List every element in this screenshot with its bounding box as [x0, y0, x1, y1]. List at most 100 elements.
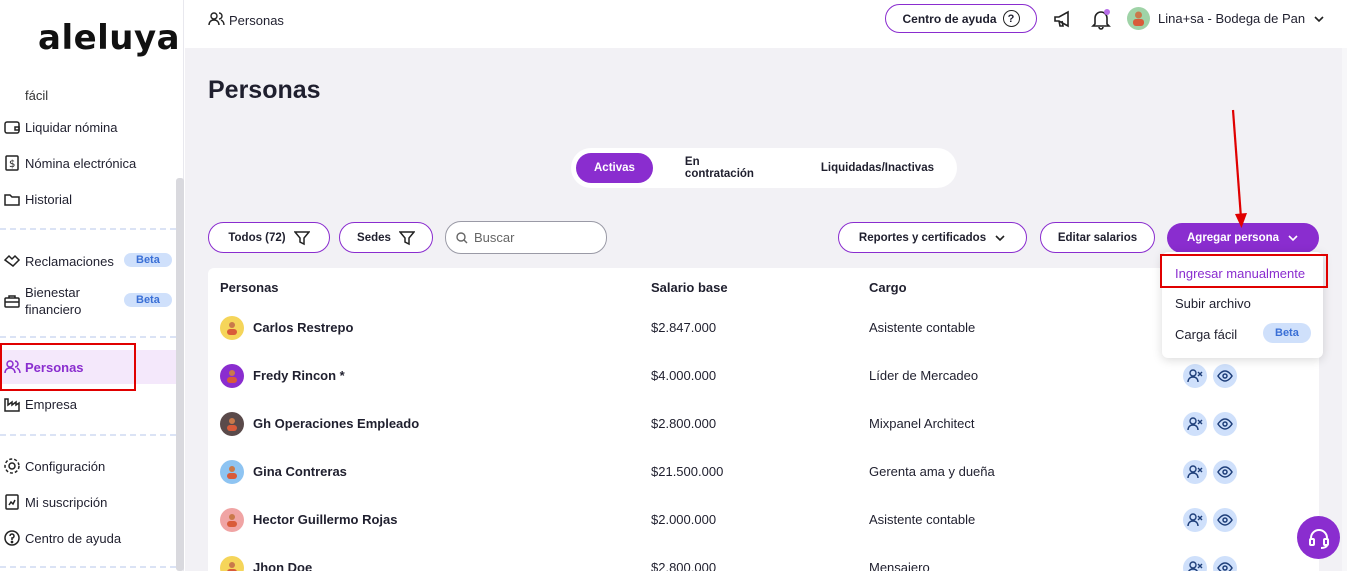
user-menu[interactable]: Lina+sa - Bodega de Pan — [1127, 7, 1325, 30]
sidebar-item-label: Configuración — [25, 458, 106, 474]
sidebar-item-empresa[interactable]: Empresa — [0, 387, 176, 421]
avatar — [220, 316, 244, 340]
help-center-label: Centro de ayuda — [902, 11, 997, 26]
folder-icon — [2, 189, 22, 209]
person-name[interactable]: Hector Guillermo Rojas — [253, 512, 397, 527]
table-row[interactable]: Fredy Rincon * $4.000.000 Líder de Mercade… — [208, 352, 1319, 400]
filter-all-button[interactable]: Todos (72) — [208, 222, 330, 253]
annotation-arrow — [1231, 109, 1247, 228]
deactivate-person-icon[interactable] — [1183, 460, 1207, 484]
menu-item-carga-facil[interactable]: Carga fácil — [1175, 327, 1237, 342]
sidebar-item-label: Nómina electrónica — [25, 155, 137, 171]
briefcase-icon — [2, 291, 22, 311]
role-value: Gerenta ama y dueña — [869, 464, 995, 479]
role-value: Asistente contable — [869, 512, 976, 527]
sidebar-item-label: Historial — [25, 191, 72, 207]
tab-en-contratacion[interactable]: En contratación — [667, 153, 789, 183]
person-name[interactable]: Fredy Rincon * — [253, 368, 345, 383]
avatar — [220, 460, 244, 484]
beta-badge: Beta — [1263, 323, 1311, 343]
menu-item-subir-archivo[interactable]: Subir archivo — [1175, 296, 1251, 311]
search-icon — [456, 231, 468, 243]
filter-icon — [398, 230, 415, 245]
sidebar-item-label: Empresa — [25, 396, 78, 412]
search-input[interactable]: Buscar — [445, 221, 607, 254]
filter-sedes-button[interactable]: Sedes — [339, 222, 433, 253]
table-row[interactable]: Jhon Doe $2.800.000 Mensajero — [208, 544, 1319, 571]
chevron-down-icon — [1314, 15, 1324, 22]
table-row[interactable]: Carlos Restrepo $2.847.000 Asistente conta… — [208, 304, 1319, 352]
person-name[interactable]: Gina Contreras — [253, 464, 347, 479]
person-name[interactable]: Jhon Doe — [253, 560, 312, 571]
salary-value: $4.000.000 — [651, 368, 717, 383]
column-header-cargo[interactable]: Cargo — [869, 280, 907, 295]
deactivate-person-icon[interactable] — [1183, 556, 1207, 571]
column-header-personas[interactable]: Personas — [220, 280, 279, 295]
filter-sedes-label: Sedes — [357, 231, 391, 244]
subscription-icon — [2, 492, 22, 512]
beta-badge: Beta — [124, 253, 172, 267]
sidebar-item-configuracion[interactable]: Configuración — [0, 449, 176, 483]
table-row[interactable]: Gh Operaciones Empleado $2.800.000 Mixpane… — [208, 400, 1319, 448]
megaphone-icon[interactable] — [1052, 8, 1074, 30]
sidebar-item-centro-de-ayuda[interactable]: Centro de ayuda — [0, 521, 176, 555]
deactivate-person-icon[interactable] — [1183, 364, 1207, 388]
salary-value: $2.000.000 — [651, 512, 717, 527]
role-value: Mixpanel Architect — [869, 416, 975, 431]
wallet-icon — [2, 117, 22, 137]
app-logo[interactable]: aleluya — [38, 18, 180, 58]
salary-value: $2.847.000 — [651, 320, 717, 335]
tab-activas[interactable]: Activas — [576, 153, 653, 183]
page-scrollbar[interactable] — [1342, 48, 1347, 571]
chevron-down-icon — [995, 234, 1005, 241]
support-chat-button[interactable] — [1297, 516, 1340, 559]
notification-dot — [1104, 9, 1110, 15]
question-icon: ? — [1002, 10, 1020, 27]
table-row[interactable]: Hector Guillermo Rojas $2.000.000 Asistent… — [208, 496, 1319, 544]
deactivate-person-icon[interactable] — [1183, 508, 1207, 532]
sidebar-item-historial[interactable]: Historial — [0, 182, 176, 216]
avatar — [1127, 7, 1150, 30]
sidebar-scrollbar[interactable] — [176, 178, 184, 571]
sidebar-divider — [0, 434, 176, 436]
sidebar-item-label: Liquidar nómina — [25, 119, 118, 135]
view-eye-icon[interactable] — [1213, 460, 1237, 484]
svg-text:$: $ — [9, 159, 15, 170]
user-name: Lina+sa - Bodega de Pan — [1158, 11, 1306, 26]
sidebar-divider — [0, 566, 176, 568]
view-eye-icon[interactable] — [1213, 412, 1237, 436]
column-header-salario[interactable]: Salario base — [651, 280, 728, 295]
reports-button[interactable]: Reportes y certificados — [838, 222, 1027, 253]
sidebar-item-label: Mi suscripción — [25, 494, 108, 510]
avatar — [220, 508, 244, 532]
table-row[interactable]: Gina Contreras $21.500.000 Gerenta ama y d… — [208, 448, 1319, 496]
view-eye-icon[interactable] — [1213, 364, 1237, 388]
breadcrumb-label: Personas — [229, 13, 284, 28]
view-eye-icon[interactable] — [1213, 508, 1237, 532]
avatar — [220, 364, 244, 388]
salary-value: $21.500.000 — [651, 464, 724, 479]
role-value: Asistente contable — [869, 320, 976, 335]
person-name[interactable]: Carlos Restrepo — [253, 320, 353, 335]
edit-salaries-label: Editar salarios — [1057, 231, 1138, 244]
avatar — [220, 556, 244, 571]
sidebar-item-cut[interactable]: fácil — [25, 88, 48, 103]
breadcrumb: Personas — [207, 10, 284, 31]
help-center-button[interactable]: Centro de ayuda ? — [885, 4, 1037, 33]
status-tabs: Activas En contratación Liquidadas/Inact… — [571, 148, 957, 188]
sidebar-item-mi-suscripcion[interactable]: Mi suscripción — [0, 485, 176, 519]
tab-liquidadas-inactivas[interactable]: Liquidadas/Inactivas — [803, 153, 952, 183]
person-name[interactable]: Gh Operaciones Empleado — [253, 416, 419, 431]
people-table: Personas Salario base Cargo Carlos Restr… — [208, 268, 1319, 571]
chevron-down-icon — [1288, 235, 1298, 242]
factory-icon — [2, 394, 22, 414]
role-value: Líder de Mercadeo — [869, 368, 979, 383]
sidebar-item-liquidar-nomina[interactable]: Liquidar nómina — [0, 110, 176, 144]
deactivate-person-icon[interactable] — [1183, 412, 1207, 436]
sidebar-item-label: Bienestar financiero — [25, 285, 82, 317]
edit-salaries-button[interactable]: Editar salarios — [1040, 222, 1155, 253]
annotation-highlight-personas — [0, 343, 136, 391]
view-eye-icon[interactable] — [1213, 556, 1237, 571]
sidebar-item-nomina-electronica[interactable]: $ Nómina electrónica — [0, 146, 176, 180]
gear-icon — [2, 456, 22, 476]
